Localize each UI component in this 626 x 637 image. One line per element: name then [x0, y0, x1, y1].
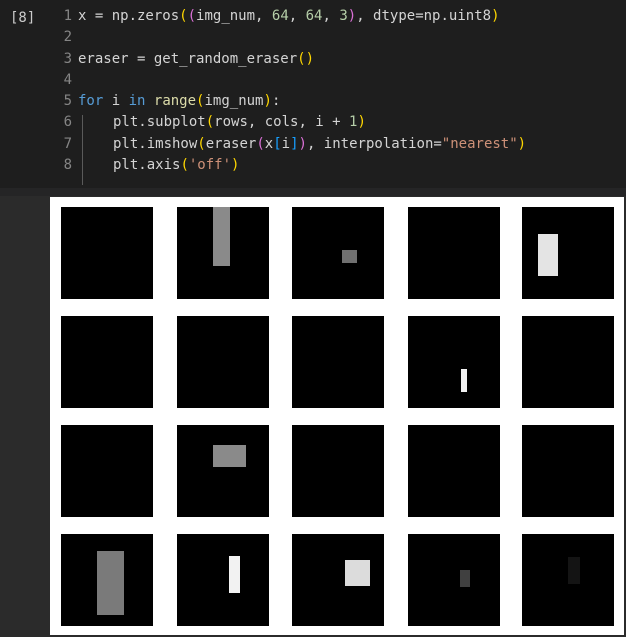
- code-token: (): [297, 50, 315, 67]
- code-token: , interpolation=: [306, 135, 442, 152]
- subplot-image: [177, 207, 269, 299]
- subplot-image: [61, 425, 153, 517]
- code-line[interactable]: 2: [50, 27, 526, 48]
- code-token: rows, cols, i +: [214, 114, 350, 131]
- code-line[interactable]: 3 eraser = get_random_eraser(): [50, 49, 526, 70]
- code-token: x = np.zeros: [78, 8, 180, 24]
- erased-region: [568, 557, 580, 585]
- code-line[interactable]: 6 plt.subplot(rows, cols, i + 1): [50, 112, 526, 133]
- code-token: [: [273, 135, 282, 152]
- code-token: x: [264, 135, 274, 152]
- code-token: 'off': [188, 157, 232, 174]
- code-token: (: [180, 157, 189, 174]
- subplot-image: [61, 534, 153, 626]
- subplot-image: [292, 534, 384, 626]
- code-token: ): [517, 135, 527, 152]
- code-token: 64: [305, 8, 323, 24]
- subplot-image: [408, 316, 500, 408]
- line-number: 3: [63, 50, 72, 67]
- code-token: :: [271, 93, 281, 110]
- code-token: for: [78, 93, 104, 110]
- erased-region: [228, 555, 241, 593]
- line-number: 7: [63, 135, 72, 152]
- code-token: (: [256, 135, 265, 152]
- subplot-image: [522, 316, 614, 408]
- code-token: i: [281, 135, 291, 152]
- code-token: eraser = get_random_eraser: [78, 50, 298, 67]
- code-token: img_num: [204, 93, 264, 110]
- line-number: 4: [63, 71, 72, 88]
- line-number: 8: [63, 157, 72, 174]
- code-token: ): [263, 93, 272, 110]
- code-token: ]: [290, 135, 299, 152]
- subplot-image: [61, 207, 153, 299]
- code-line[interactable]: 8 plt.axis('off'): [50, 155, 526, 176]
- code-token: i: [103, 93, 129, 110]
- code-token: (: [187, 8, 197, 24]
- notebook-cell: [8] 1x = np.zeros((img_num, 64, 64, 3), …: [0, 0, 626, 637]
- code-token: img_num,: [196, 8, 272, 24]
- erased-region: [212, 207, 231, 266]
- subplot-image: [522, 534, 614, 626]
- code-token: plt.subplot: [113, 114, 206, 131]
- code-lines[interactable]: 1x = np.zeros((img_num, 64, 64, 3), dtyp…: [50, 6, 527, 185]
- erased-region: [345, 559, 370, 586]
- cell-output: [50, 197, 624, 635]
- erased-region: [212, 445, 246, 467]
- code-token: 3: [339, 8, 348, 24]
- code-token: ): [357, 114, 366, 131]
- code-token: "nearest": [441, 135, 518, 152]
- code-token: (: [179, 8, 188, 24]
- code-token: , dtype=np.uint8: [356, 8, 492, 24]
- code-token: ): [491, 8, 500, 24]
- subplot-image: [292, 207, 384, 299]
- line-number: 6: [63, 114, 72, 131]
- indent-guide: [82, 115, 83, 185]
- subplot-image: [61, 316, 153, 408]
- cell-separator: [0, 188, 626, 196]
- subplot-image: [408, 534, 500, 626]
- subplot-image: [292, 425, 384, 517]
- erased-region: [96, 551, 125, 615]
- code-token: eraser: [205, 135, 257, 152]
- code-line[interactable]: 5 for i in range(img_num):: [50, 91, 526, 112]
- line-number: 1: [63, 8, 72, 24]
- code-token: plt.imshow: [113, 135, 198, 152]
- subplot-image: [292, 316, 384, 408]
- execution-count: [8]: [10, 10, 36, 26]
- line-number: 2: [63, 29, 72, 46]
- code-token: in: [128, 93, 146, 110]
- subplot-image: [177, 316, 269, 408]
- code-token: ): [347, 8, 357, 24]
- subplot-image: [408, 207, 500, 299]
- code-token: ,: [288, 8, 306, 24]
- erased-region: [461, 369, 467, 393]
- code-token: 64: [271, 8, 289, 24]
- code-line[interactable]: 1x = np.zeros((img_num, 64, 64, 3), dtyp…: [50, 6, 526, 27]
- code-token: range: [153, 93, 197, 110]
- code-editor[interactable]: [8] 1x = np.zeros((img_num, 64, 64, 3), …: [0, 0, 626, 188]
- subplot-image: [177, 425, 269, 517]
- erased-region: [537, 234, 558, 276]
- code-line[interactable]: 7 plt.imshow(eraser(x[i]), interpolation=…: [50, 134, 527, 155]
- line-number: 5: [63, 93, 72, 110]
- code-token: (: [197, 135, 206, 152]
- code-token: ): [231, 157, 240, 174]
- code-token: ): [298, 135, 307, 152]
- subplot-image: [522, 425, 614, 517]
- code-token: plt.axis: [113, 157, 181, 174]
- code-token: (: [205, 114, 215, 131]
- subplot-image: [408, 425, 500, 517]
- erased-region: [342, 250, 357, 264]
- erased-region: [459, 569, 470, 588]
- subplot-image: [177, 534, 269, 626]
- subplot-image: [522, 207, 614, 299]
- code-line[interactable]: 4: [50, 70, 526, 91]
- code-token: ,: [322, 8, 340, 24]
